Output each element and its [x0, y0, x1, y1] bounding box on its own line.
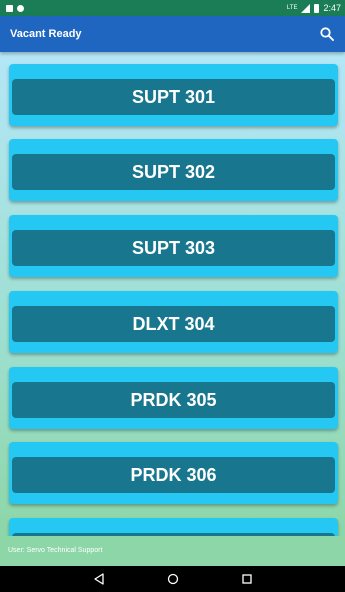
unit-card: SUPT 303: [9, 215, 338, 277]
unit-list[interactable]: SUPT 301 SUPT 302 SUPT 303 DLXT 304 PRDK…: [0, 52, 345, 536]
unit-card: SUPT 302: [9, 139, 338, 201]
network-type-label: LTE: [286, 5, 298, 11]
unit-button[interactable]: SUPT 302: [12, 154, 335, 190]
unit-card: PRDK 305: [9, 367, 338, 429]
unit-button[interactable]: PRDK 306: [12, 457, 335, 493]
page-title: Vacant Ready: [10, 28, 82, 40]
home-icon[interactable]: [166, 572, 180, 586]
unit-button[interactable]: PRDK 305: [12, 382, 335, 418]
footer: User: Servo Technical Support: [0, 536, 345, 566]
status-left-icons: [6, 4, 24, 12]
navigation-bar: [0, 566, 345, 592]
user-label: User: Servo Technical Support: [8, 547, 103, 554]
battery-icon: [314, 3, 320, 13]
status-right-icons: LTE 2:47: [287, 3, 341, 13]
unit-button[interactable]: DLXT 304: [12, 306, 335, 342]
notification-icon: [6, 4, 13, 12]
unit-card: DLXT 304: [9, 291, 338, 353]
unit-card: PRDK 306: [9, 442, 338, 504]
back-icon[interactable]: [92, 572, 106, 586]
search-icon[interactable]: [319, 26, 335, 42]
app-bar: Vacant Ready: [0, 16, 345, 52]
unit-card: SUPT 301: [9, 64, 338, 126]
status-bar: LTE 2:47: [0, 0, 345, 16]
status-time: 2:47: [323, 3, 341, 13]
signal-icon: [301, 3, 311, 13]
unit-button[interactable]: SUPT 301: [12, 79, 335, 115]
notification-icon-2: [17, 4, 24, 12]
unit-card: [9, 518, 338, 536]
unit-button[interactable]: SUPT 303: [12, 230, 335, 266]
recents-icon[interactable]: [240, 572, 254, 586]
